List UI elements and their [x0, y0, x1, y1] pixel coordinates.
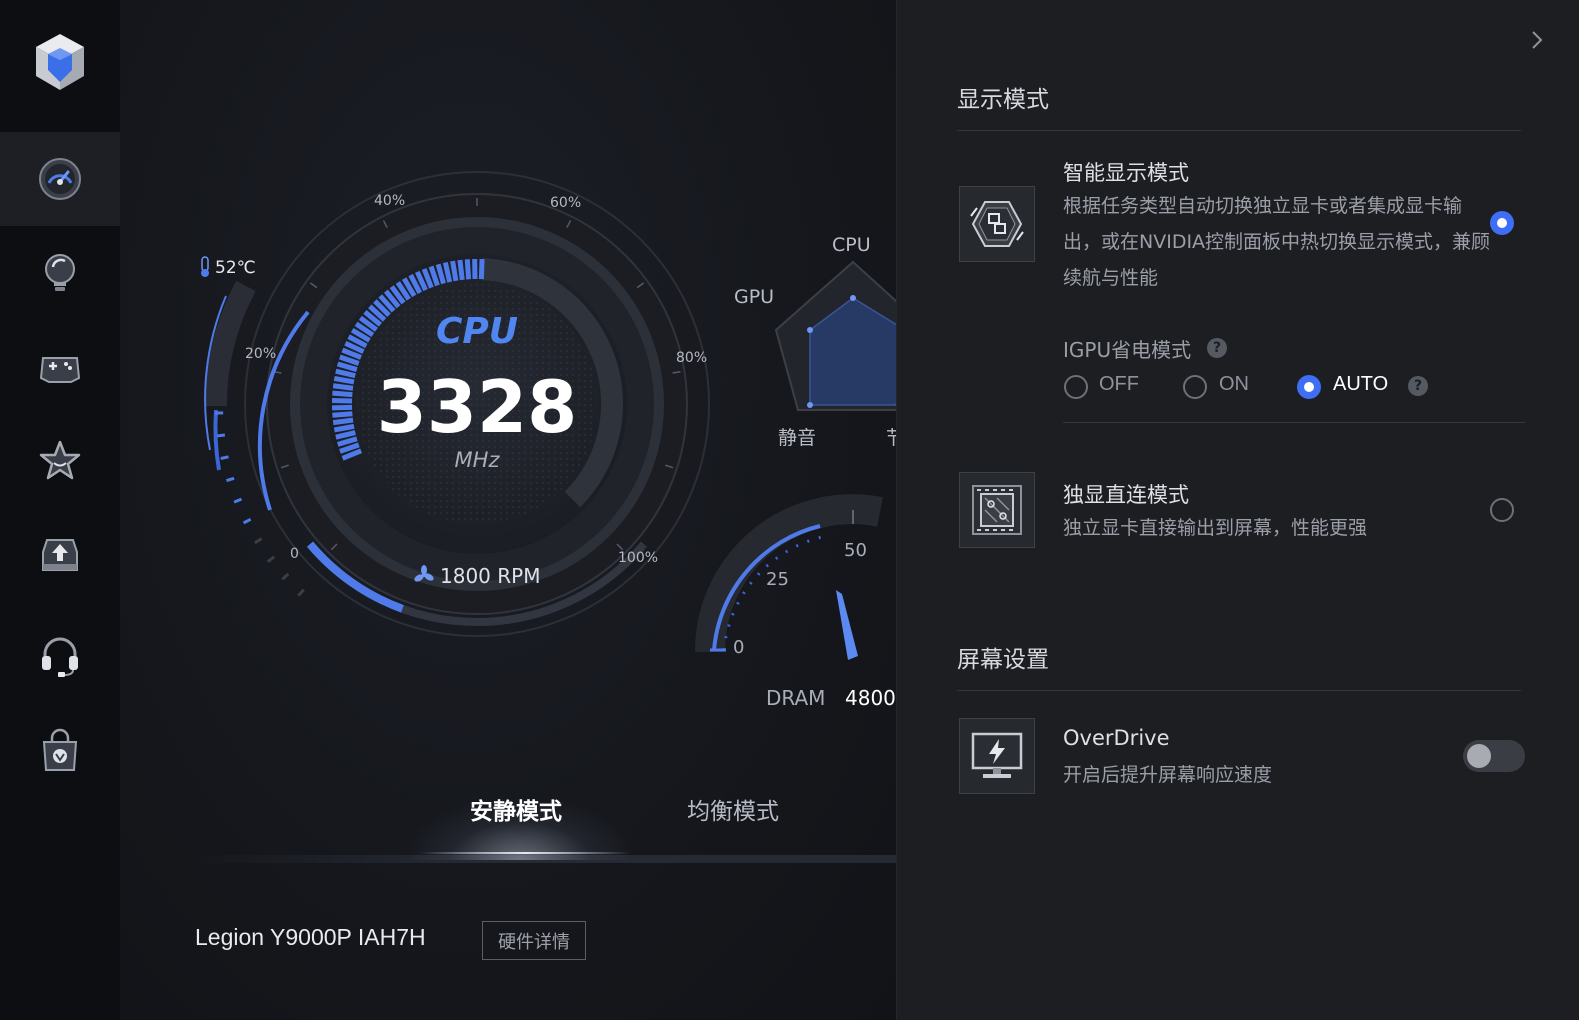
overdrive-title: OverDrive [1063, 726, 1170, 750]
overdrive-toggle-knob [1467, 744, 1491, 768]
radar-label-gpu: GPU [734, 286, 774, 308]
display-mode-title: 显示模式 [957, 87, 1049, 113]
temperature-segment [226, 476, 235, 483]
tick-label-100: 100% [618, 550, 658, 566]
sidebar-item-lighting[interactable] [0, 226, 120, 320]
thermometer-icon [201, 256, 209, 277]
cpu-load-segment [333, 423, 355, 433]
display-mode-divider [957, 130, 1521, 131]
sidebar-item-gaming[interactable] [0, 320, 120, 414]
tick-label-0: 0 [290, 546, 299, 562]
tick-label-40: 40% [374, 193, 405, 209]
device-model-name: Legion Y9000P IAH7H [195, 924, 426, 950]
igpu-off-radio[interactable] [1064, 375, 1088, 399]
temperature-segment [297, 588, 305, 597]
radar-label-quiet: 静音 [778, 427, 816, 449]
tab-quiet-mode[interactable]: 安静模式 [470, 792, 562, 826]
memory-tick-25: 25 [766, 569, 789, 590]
cpu-load-segment [333, 375, 355, 385]
gauges-canvas: 0 20% 40% 60% 80% 100% 52℃ CPU 3328 MHz [201, 171, 896, 710]
igpu-on-radio[interactable] [1183, 375, 1207, 399]
overdrive-monitor-icon [959, 718, 1035, 794]
direct-gpu-description: 独立显卡直接输出到屏幕，性能更强 [1063, 517, 1368, 539]
radar-label-partial: 节 [886, 427, 896, 449]
smart-display-radio[interactable] [1490, 211, 1514, 235]
cpu-load-segment [464, 259, 472, 280]
store-bag-icon [42, 728, 78, 771]
cpu-load-segment [331, 404, 353, 411]
overdrive-toggle[interactable] [1463, 740, 1525, 772]
tab-balanced-mode[interactable]: 均衡模式 [687, 792, 779, 826]
smart-display-description: 根据任务类型自动切换独立显卡或者集成显卡输出，或在NVIDIA控制面板中热切换显… [1063, 195, 1491, 289]
logo-icon[interactable] [30, 30, 90, 94]
performance-dashboard: 0 20% 40% 60% 80% 100% 52℃ CPU 3328 MHz [120, 0, 896, 1020]
igpu-off-label: OFF [1099, 373, 1139, 395]
fan-speed: 1800 RPM [440, 564, 540, 588]
hardware-details-button[interactable]: 硬件详情 [482, 921, 586, 960]
gauge-title: CPU [436, 311, 518, 352]
memory-gauge: 0 25 50 DRAM 4800 [694, 494, 896, 710]
settings-panel: 显示模式 智能显示模式 根据任务类型自动切换独立显卡或者集成显卡输出，或在NVI… [896, 0, 1579, 1020]
temperature-segment [254, 537, 263, 545]
temperature-segment [233, 497, 243, 504]
igpu-auto-label: AUTO [1333, 373, 1389, 395]
tick-label-20: 20% [245, 346, 276, 362]
lightbulb-icon [45, 254, 75, 291]
temperature-segment [266, 555, 276, 563]
tick-label-60: 60% [550, 195, 581, 211]
smart-display-title: 智能显示模式 [1063, 161, 1189, 185]
igpu-auto-help-icon[interactable]: ? [1408, 376, 1428, 396]
upload-tray-icon [42, 539, 78, 571]
cpu-frequency-unit: MHz [455, 448, 501, 472]
star-icon [39, 440, 81, 480]
cpu-load-segment [450, 260, 459, 282]
memory-frequency-value: 4800 [845, 686, 896, 710]
tick-label-80: 80% [676, 350, 707, 366]
dashboard-gauge-icon [39, 158, 81, 200]
igpu-on-label: ON [1219, 373, 1249, 395]
smart-display-icon [959, 186, 1035, 262]
cpu-load-segment [478, 259, 485, 280]
cpu-load-segment [332, 383, 354, 391]
cpu-load-segment [332, 411, 353, 418]
direct-gpu-title: 独显直连模式 [1063, 483, 1189, 507]
cpu-temperature: 52℃ [215, 258, 256, 278]
gamepad-icon [39, 357, 81, 383]
igpu-mode-title: IGPU省电模式 [1063, 338, 1192, 362]
screen-settings-title: 屏幕设置 [957, 647, 1049, 673]
sidebar-item-update[interactable] [0, 508, 120, 602]
mode-selected-underline [420, 852, 630, 854]
temperature-segment [216, 433, 226, 438]
sidebar-item-favorites[interactable] [0, 414, 120, 508]
performance-radar: CPU GPU 静音 节 [734, 234, 896, 449]
cpu-frequency-value: 3328 [377, 365, 577, 449]
memory-tick-50: 50 [844, 540, 867, 561]
igpu-auto-radio[interactable] [1297, 375, 1321, 399]
direct-gpu-icon [959, 472, 1035, 548]
radar-label-cpu: CPU [832, 234, 871, 256]
memory-label: DRAM [766, 686, 825, 710]
sidebar [0, 0, 120, 1020]
memory-tick-0: 0 [733, 637, 744, 658]
cpu-gauge: 0 20% 40% 60% 80% 100% 52℃ CPU 3328 MHz [201, 171, 710, 637]
cpu-load-segment [332, 417, 354, 426]
sidebar-item-dashboard[interactable] [0, 132, 120, 226]
headset-icon [42, 637, 78, 677]
chevron-right-icon[interactable] [1527, 28, 1547, 52]
temperature-segment [220, 455, 229, 460]
temperature-segment [242, 517, 252, 525]
overdrive-description: 开启后提升屏幕响应速度 [1063, 764, 1273, 786]
cpu-load-segment [332, 390, 353, 398]
cpu-load-segment [457, 259, 465, 281]
sidebar-item-support[interactable] [0, 608, 120, 702]
temperature-segment [281, 572, 290, 581]
direct-gpu-radio[interactable] [1490, 498, 1514, 522]
igpu-help-icon[interactable]: ? [1207, 338, 1227, 358]
igpu-divider [1063, 422, 1525, 423]
screen-settings-divider [957, 690, 1521, 691]
sidebar-item-store[interactable] [0, 704, 120, 798]
